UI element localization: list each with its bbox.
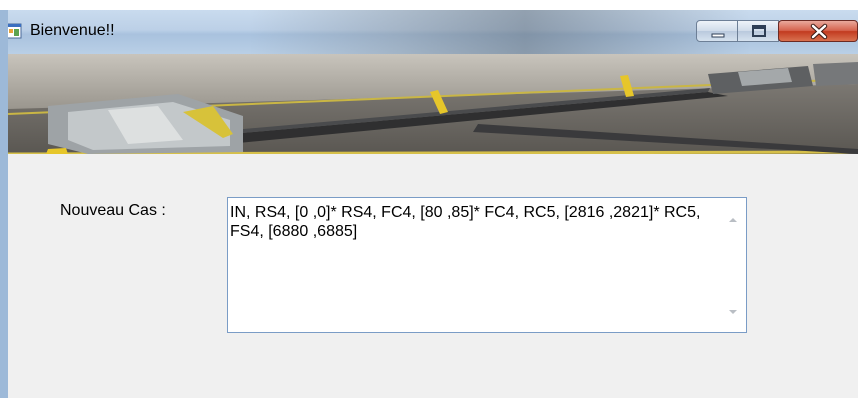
new-case-textarea[interactable]: IN, RS4, [0 ,0]* RS4, FC4, [80 ,85]* FC4… [227, 197, 747, 333]
close-icon [810, 23, 828, 40]
airport-jetway-image [8, 54, 858, 154]
maximize-button[interactable] [737, 20, 779, 42]
app-window: Bienvenue!! Nouveau Cas: IN, RS4, [0 ,0… [0, 10, 858, 398]
window-title: Bienvenue!! [30, 22, 115, 39]
app-icon[interactable] [8, 23, 22, 39]
close-button[interactable] [778, 20, 858, 42]
new-case-label: Nouveau Cas : [60, 202, 166, 219]
title-bar[interactable]: Bienvenue!! [8, 10, 858, 54]
new-case-text: IN, RS4, [0 ,0]* RS4, FC4, [80 ,85]* FC4… [230, 204, 705, 240]
minimize-icon [711, 33, 725, 38]
title-bar-glass [250, 10, 750, 54]
vertical-scrollbar[interactable] [720, 198, 746, 332]
scroll-down-icon[interactable] [728, 308, 738, 316]
scroll-up-icon[interactable] [728, 216, 738, 224]
banner-image [8, 54, 858, 154]
minimize-button[interactable] [696, 20, 738, 42]
maximize-icon [752, 25, 766, 37]
